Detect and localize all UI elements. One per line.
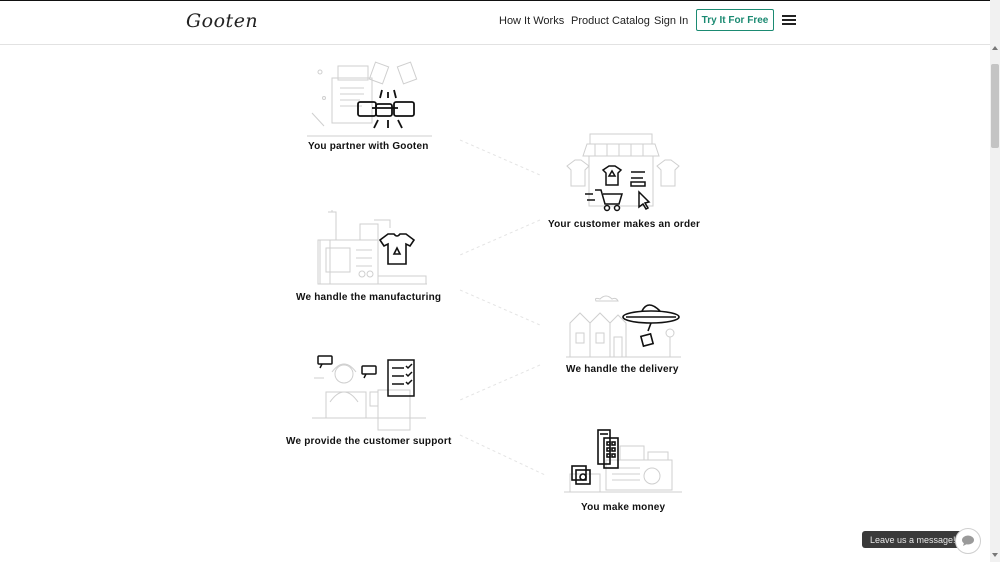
- step-label-money: You make money: [581, 502, 666, 513]
- step-label-order: Your customer makes an order: [548, 219, 701, 230]
- chat-message-label[interactable]: Leave us a message!: [862, 531, 970, 548]
- cash-register-icon: [564, 429, 682, 493]
- factory-tshirt-icon: [317, 210, 427, 285]
- step-label-support: We provide the customer support: [286, 436, 452, 447]
- handshake-icon: [307, 61, 432, 137]
- step-connectors: [459, 139, 546, 476]
- step-label-delivery: We handle the delivery: [566, 364, 679, 375]
- ufo-delivery-icon: [566, 295, 681, 358]
- scroll-down-arrow-icon[interactable]: [992, 553, 998, 557]
- step-label-partner: You partner with Gooten: [308, 141, 429, 152]
- chat-bubble-glyph-icon: [962, 535, 974, 546]
- storefront-cart-icon: [566, 133, 680, 212]
- chat-bubble-icon[interactable]: [955, 528, 981, 554]
- support-agent-icon: [312, 355, 426, 431]
- scroll-up-arrow-icon[interactable]: [992, 46, 998, 50]
- step-label-manufacturing: We handle the manufacturing: [296, 292, 442, 303]
- scrollbar-thumb[interactable]: [991, 64, 999, 148]
